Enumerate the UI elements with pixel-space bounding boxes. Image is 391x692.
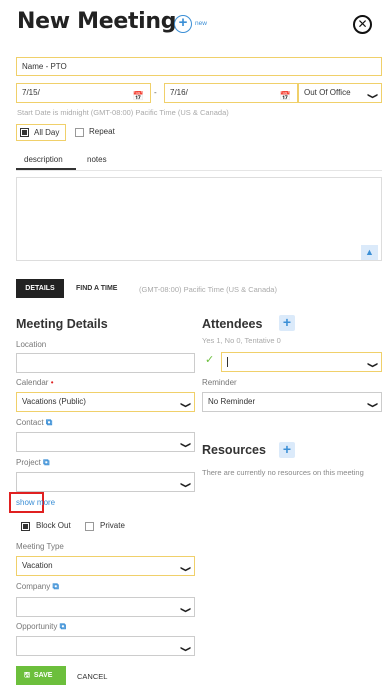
external-link-icon[interactable]: ⧉ [60,621,66,631]
end-date-value: 7/16/ [170,88,188,97]
calendar-icon[interactable]: 📅 [280,87,291,105]
block-out-label: Block Out [36,521,71,530]
project-select[interactable]: ❯ [16,472,195,492]
calendar-label-text: Calendar [16,378,49,387]
save-button-label: SAVE [33,672,53,679]
chevron-down-icon: ❯ [179,645,191,653]
date-separator: - [154,88,157,97]
tab-find-a-time[interactable]: FIND A TIME [76,285,117,292]
private-label: Private [100,521,125,530]
add-resource-icon[interactable]: + [279,442,295,458]
start-date-input[interactable]: 7/15/ 📅 [16,83,151,103]
add-attendee-icon[interactable]: + [279,315,295,331]
chevron-down-icon: ❯ [179,401,191,409]
location-input[interactable] [16,353,195,373]
block-out-checkbox[interactable] [21,522,30,531]
expand-icon[interactable]: ▲ [361,245,378,260]
meeting-type-select[interactable]: Vacation ❯ [16,556,195,576]
company-label-text: Company [16,582,51,591]
repeat-checkbox[interactable] [75,128,84,137]
resources-heading: Resources [202,443,266,457]
calendar-label: Calendar • [16,378,54,387]
meeting-type-label: Meeting Type [16,542,64,551]
company-label: Company ⧉ [16,581,59,592]
project-label-text: Project [16,458,41,467]
chevron-down-icon: ❯ [179,481,191,489]
end-date-input[interactable]: 7/16/ 📅 [164,83,298,103]
contact-label-text: Contact [16,418,44,427]
contact-label: Contact ⧉ [16,417,52,428]
repeat-label: Repeat [89,127,115,136]
chevron-down-icon: ❯ [179,606,191,614]
all-day-checkbox[interactable] [20,128,29,137]
attendee-select[interactable]: ❯ [221,352,382,372]
add-new-icon[interactable]: + [174,15,192,33]
external-link-icon[interactable]: ⧉ [52,581,58,591]
chevron-down-icon: ❯ [179,441,191,449]
opportunity-label: Opportunity ⧉ [16,621,66,632]
external-link-icon[interactable]: ⧉ [43,457,49,467]
description-textarea[interactable] [16,177,382,261]
tab-details[interactable]: DETAILS [16,279,64,298]
reminder-select[interactable]: No Reminder ❯ [202,392,382,412]
resources-empty-text: There are currently no resources on this… [202,468,364,477]
all-day-label: All Day [34,128,60,137]
meeting-details-heading: Meeting Details [16,317,108,331]
project-label: Project ⧉ [16,457,50,468]
start-date-value: 7/15/ [22,88,40,97]
calendar-icon[interactable]: 📅 [133,87,144,105]
timezone-note: Start Date is midnight (GMT-08:00) Pacif… [17,108,229,117]
cancel-button[interactable]: CANCEL [77,672,107,681]
save-button[interactable]: 🖫 SAVE [16,666,66,685]
attendees-heading: Attendees [202,317,263,331]
reminder-label: Reminder [202,378,237,387]
new-link[interactable]: new [195,20,207,27]
all-day-toggle[interactable]: All Day [16,124,66,141]
details-timezone: (GMT-08:00) Pacific Time (US & Canada) [139,285,277,294]
contact-select[interactable]: ❯ [16,432,195,452]
save-icon: 🖫 [24,672,30,679]
close-icon[interactable]: ✕ [353,15,372,34]
status-select[interactable]: Out Of Office ❯ [298,83,382,103]
opportunity-select[interactable]: ❯ [16,636,195,656]
text-cursor [227,356,228,367]
location-label: Location [16,340,47,349]
external-link-icon[interactable]: ⧉ [46,417,52,427]
company-select[interactable]: ❯ [16,597,195,617]
divider [16,170,382,171]
show-more-link[interactable]: show more [16,498,55,507]
calendar-select[interactable]: Vacations (Public) ❯ [16,392,195,412]
meeting-type-value: Vacation [22,561,53,570]
status-select-value: Out Of Office [304,88,351,97]
chevron-down-icon: ❯ [366,92,378,100]
chevron-down-icon: ❯ [366,361,378,369]
meeting-name-input[interactable]: Name - PTO [16,57,382,76]
private-checkbox[interactable] [85,522,94,531]
tab-notes[interactable]: notes [87,155,107,164]
tab-description[interactable]: description [24,155,63,164]
chevron-down-icon: ❯ [179,565,191,573]
reminder-select-value: No Reminder [208,397,256,406]
calendar-select-value: Vacations (Public) [22,397,86,406]
page-title: New Meeting [17,9,177,34]
required-marker: • [50,378,54,387]
attendees-summary: Yes 1, No 0, Tentative 0 [202,336,281,345]
opportunity-label-text: Opportunity [16,622,58,631]
chevron-down-icon: ❯ [366,401,378,409]
check-icon: ✓ [205,354,215,366]
